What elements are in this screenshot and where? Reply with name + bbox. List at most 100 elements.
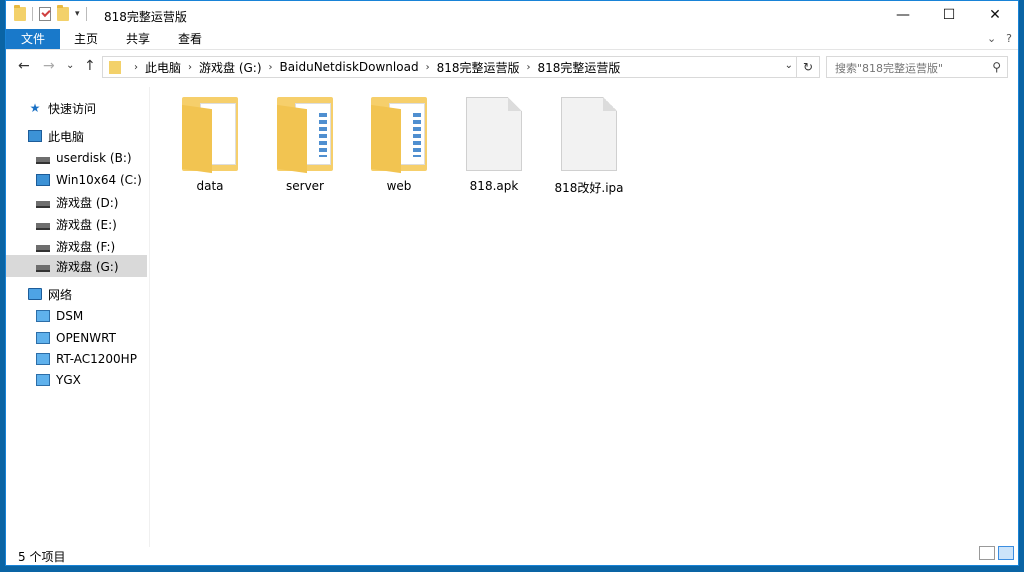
folder-icon xyxy=(277,97,333,174)
ribbon-tabs: 文件 主页 共享 查看 ⌄ ? xyxy=(6,29,1018,49)
file-item-apk[interactable]: 818.apk xyxy=(456,87,532,193)
sidebar-item-label: 游戏盘 (G:) xyxy=(56,259,119,274)
sidebar-item-network-device[interactable]: RT-AC1200HP xyxy=(6,348,147,370)
tab-file[interactable]: 文件 xyxy=(6,29,61,49)
sidebar-item-label: userdisk (B:) xyxy=(56,151,132,165)
file-name: web xyxy=(386,179,412,193)
sidebar-item-drive[interactable]: 游戏盘 (F:) xyxy=(6,235,147,257)
navigation-pane: ★ 快速访问 此电脑 userdisk (B:) Win10x64 (C:) 游… xyxy=(6,87,150,547)
file-name: data xyxy=(196,179,224,193)
system-drive-icon xyxy=(36,174,50,186)
breadcrumb-separator[interactable]: › xyxy=(269,62,273,73)
file-item-ipa[interactable]: 818改好.ipa xyxy=(551,87,627,196)
sidebar-item-label: 游戏盘 (E:) xyxy=(56,217,117,232)
address-bar[interactable]: › 此电脑 › 游戏盘 (G:) › BaiduNetdiskDownload … xyxy=(102,56,820,78)
network-icon xyxy=(28,288,42,300)
file-icon xyxy=(466,97,522,171)
breadcrumb-separator[interactable]: › xyxy=(188,62,192,73)
sidebar-item-label: 此电脑 xyxy=(48,129,85,144)
sidebar-item-drive[interactable]: 游戏盘 (E:) xyxy=(6,213,147,235)
ribbon-right-controls: ⌄ ? xyxy=(987,32,1012,45)
status-bar: 5 个项目 xyxy=(6,545,1018,565)
sidebar-item-drive[interactable]: Win10x64 (C:) xyxy=(6,169,147,191)
large-icons-view-icon[interactable] xyxy=(998,546,1014,560)
breadcrumb-item[interactable]: 游戏盘 (G:) xyxy=(199,59,262,76)
file-name: 818改好.ipa xyxy=(554,181,624,195)
drive-icon xyxy=(36,244,50,252)
drive-icon xyxy=(36,264,50,272)
sidebar-item-label: Win10x64 (C:) xyxy=(56,173,142,187)
close-button[interactable]: ✕ xyxy=(972,1,1018,29)
breadcrumb-separator[interactable]: › xyxy=(134,62,138,73)
title-bar: ▾ 818完整运营版 — ☐ ✕ xyxy=(6,1,1018,29)
new-folder-icon[interactable] xyxy=(57,5,69,21)
forward-icon[interactable]: → xyxy=(43,58,55,74)
folder-icon xyxy=(182,97,238,174)
address-row: ← → ⌄ ↑ › 此电脑 › 游戏盘 (G:) › BaiduNetdiskD… xyxy=(6,56,1018,80)
sidebar-item-network[interactable]: 网络 xyxy=(6,283,147,305)
sidebar-item-label: YGX xyxy=(56,373,81,387)
file-item-folder[interactable]: server xyxy=(267,87,343,193)
details-view-icon[interactable] xyxy=(979,546,995,560)
breadcrumb-separator[interactable]: › xyxy=(526,62,530,73)
file-item-folder[interactable]: data xyxy=(172,87,248,193)
file-icon xyxy=(561,97,617,171)
toolbar-divider xyxy=(85,7,87,21)
sidebar-item-this-pc[interactable]: 此电脑 xyxy=(6,125,147,147)
tab-share[interactable]: 共享 xyxy=(112,29,164,49)
breadcrumb-item[interactable]: 818完整运营版 xyxy=(537,59,620,76)
tab-view[interactable]: 查看 xyxy=(164,29,216,49)
help-icon[interactable]: ? xyxy=(1006,32,1012,45)
breadcrumb-item[interactable]: 818完整运营版 xyxy=(437,59,520,76)
file-name: server xyxy=(286,179,324,193)
monitor-icon xyxy=(36,332,50,344)
monitor-icon xyxy=(36,353,50,365)
breadcrumb-item[interactable]: 此电脑 xyxy=(145,59,181,76)
search-box: ⚲ xyxy=(826,56,1008,78)
tab-home[interactable]: 主页 xyxy=(60,29,112,49)
sidebar-item-network-device[interactable]: YGX xyxy=(6,369,147,391)
computer-icon xyxy=(28,130,42,142)
minimize-button[interactable]: — xyxy=(880,1,926,29)
breadcrumb-item[interactable]: BaiduNetdiskDownload xyxy=(280,60,419,74)
back-icon[interactable]: ← xyxy=(18,58,30,74)
search-icon[interactable]: ⚲ xyxy=(992,60,1001,74)
drive-icon xyxy=(36,222,50,230)
window-controls: — ☐ ✕ xyxy=(880,1,1018,29)
sidebar-item-drive[interactable]: userdisk (B:) xyxy=(6,147,147,169)
folder-icon xyxy=(371,97,427,174)
folder-icon xyxy=(14,5,26,21)
folder-icon xyxy=(109,60,121,74)
toolbar-divider xyxy=(32,7,33,21)
sidebar-item-selected-drive[interactable]: 游戏盘 (G:) xyxy=(6,255,147,277)
explorer-window: ▾ 818完整运营版 — ☐ ✕ 文件 主页 共享 查看 ⌄ ? ← → ⌄ ↑… xyxy=(5,0,1019,566)
sidebar-item-label: DSM xyxy=(56,309,84,323)
item-count: 5 个项目 xyxy=(18,550,66,564)
sidebar-item-label: 游戏盘 (D:) xyxy=(56,195,119,210)
expand-ribbon-icon[interactable]: ⌄ xyxy=(987,32,996,45)
refresh-icon[interactable]: ↻ xyxy=(796,57,819,77)
breadcrumb-separator[interactable]: › xyxy=(426,62,430,73)
search-input[interactable] xyxy=(833,58,987,78)
drive-icon xyxy=(36,200,50,208)
sidebar-item-label: OPENWRT xyxy=(56,331,116,345)
monitor-icon xyxy=(36,374,50,386)
window-title: 818完整运营版 xyxy=(104,10,187,24)
up-icon[interactable]: ↑ xyxy=(84,58,96,74)
pane-divider[interactable] xyxy=(149,87,150,547)
sidebar-item-label: 游戏盘 (F:) xyxy=(56,239,116,254)
file-item-folder[interactable]: web xyxy=(361,87,437,193)
sidebar-item-drive[interactable]: 游戏盘 (D:) xyxy=(6,191,147,213)
sidebar-item-network-device[interactable]: OPENWRT xyxy=(6,327,147,349)
recent-locations-icon[interactable]: ⌄ xyxy=(66,60,74,71)
quick-access-toolbar: ▾ xyxy=(14,5,87,21)
sidebar-item-label: 快速访问 xyxy=(48,101,97,116)
sidebar-item-quick-access[interactable]: ★ 快速访问 xyxy=(6,97,147,119)
monitor-icon xyxy=(36,310,50,322)
sidebar-item-network-device[interactable]: DSM xyxy=(6,305,147,327)
properties-icon[interactable] xyxy=(39,7,51,21)
maximize-button[interactable]: ☐ xyxy=(926,1,972,29)
address-dropdown-icon[interactable]: ⌄ xyxy=(785,60,793,71)
customize-toolbar-icon[interactable]: ▾ xyxy=(75,9,80,19)
file-list: data server web 818.apk 818改好.ipa xyxy=(154,87,1014,547)
